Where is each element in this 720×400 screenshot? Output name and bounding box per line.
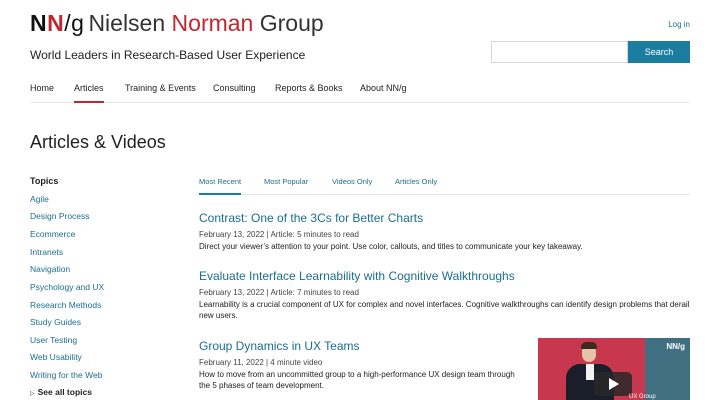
article-description: Direct your viewer’s attention to your p… xyxy=(199,242,583,251)
topic-link[interactable]: Writing for the Web xyxy=(30,370,102,380)
nav-item-about[interactable]: About NN/g xyxy=(360,80,407,103)
main-nav: Home Articles Training & Events Consulti… xyxy=(30,80,690,103)
topic-link[interactable]: Research Methods xyxy=(30,300,101,310)
logo-word-group: Group xyxy=(259,10,324,36)
logo-mark: NN/g xyxy=(30,10,84,37)
tab-articles-only[interactable]: Articles Only xyxy=(395,172,437,195)
article-item: Evaluate Interface Learnability with Cog… xyxy=(199,269,690,321)
topic-link[interactable]: Design Process xyxy=(30,211,90,221)
login-link[interactable]: Log in xyxy=(668,20,690,29)
article-item: Group Dynamics in UX Teams February 11, … xyxy=(199,339,519,391)
tab-most-recent[interactable]: Most Recent xyxy=(199,172,242,195)
video-thumbnail[interactable]: NN/g UX Group xyxy=(538,338,690,400)
presenter-hair xyxy=(581,342,597,349)
nav-item-training-events[interactable]: Training & Events xyxy=(125,80,196,103)
see-all-label: See all topics xyxy=(37,387,92,397)
thumbnail-caption: UX Group xyxy=(629,394,656,400)
topic-link[interactable]: Ecommerce xyxy=(30,229,75,239)
article-meta: February 11, 2022 | 4 minute video xyxy=(199,358,323,367)
tagline: World Leaders in Research-Based User Exp… xyxy=(30,48,306,62)
tab-most-popular[interactable]: Most Popular xyxy=(264,172,308,195)
content-tabs: Most Recent Most Popular Videos Only Art… xyxy=(199,172,690,195)
thumbnail-brand: NN/g xyxy=(666,342,685,351)
nav-item-reports-books[interactable]: Reports & Books xyxy=(275,80,343,103)
topic-link[interactable]: Navigation xyxy=(30,264,70,274)
logo-n2: N xyxy=(47,10,65,36)
see-all-topics-link[interactable]: ▷ See all topics xyxy=(30,387,92,397)
logo-g: g xyxy=(71,10,85,36)
topics-heading: Topics xyxy=(30,176,59,186)
triangle-right-icon: ▷ xyxy=(30,391,35,397)
tab-videos-only[interactable]: Videos Only xyxy=(332,172,372,195)
topic-link[interactable]: Web Usability xyxy=(30,352,82,362)
play-icon xyxy=(609,378,619,390)
article-meta: February 13, 2022 | Article: 7 minutes t… xyxy=(199,288,359,297)
topic-link[interactable]: Study Guides xyxy=(30,317,81,327)
page-title: Articles & Videos xyxy=(30,132,166,152)
topic-link[interactable]: Psychology and UX xyxy=(30,282,104,292)
logo-word-nielsen: Nielsen xyxy=(88,10,166,36)
search-input[interactable] xyxy=(491,41,628,63)
article-meta: February 13, 2022 | Article: 5 minutes t… xyxy=(199,230,359,239)
article-title-link[interactable]: Group Dynamics in UX Teams xyxy=(199,339,519,353)
presenter-shirt xyxy=(586,364,594,380)
article-description: How to move from an uncommitted group to… xyxy=(199,370,515,390)
logo-wordmark: Nielsen Norman Group xyxy=(88,10,323,37)
nav-item-home[interactable]: Home xyxy=(30,80,54,103)
search-button[interactable]: Search xyxy=(628,41,690,63)
article-description: Learnability is a crucial component of U… xyxy=(199,300,690,320)
article-title-link[interactable]: Contrast: One of the 3Cs for Better Char… xyxy=(199,211,690,225)
topic-link[interactable]: Agile xyxy=(30,194,49,204)
article-title-link[interactable]: Evaluate Interface Learnability with Cog… xyxy=(199,269,690,283)
nav-item-consulting[interactable]: Consulting xyxy=(213,80,256,103)
topic-link[interactable]: User Testing xyxy=(30,335,77,345)
topic-link[interactable]: Intranets xyxy=(30,247,63,257)
logo-word-norman: Norman xyxy=(171,10,254,36)
nng-logo[interactable]: NN/g Nielsen Norman Group xyxy=(30,10,324,38)
nav-item-articles[interactable]: Articles xyxy=(74,80,104,103)
article-item: Contrast: One of the 3Cs for Better Char… xyxy=(199,211,690,252)
logo-n1: N xyxy=(30,10,48,36)
